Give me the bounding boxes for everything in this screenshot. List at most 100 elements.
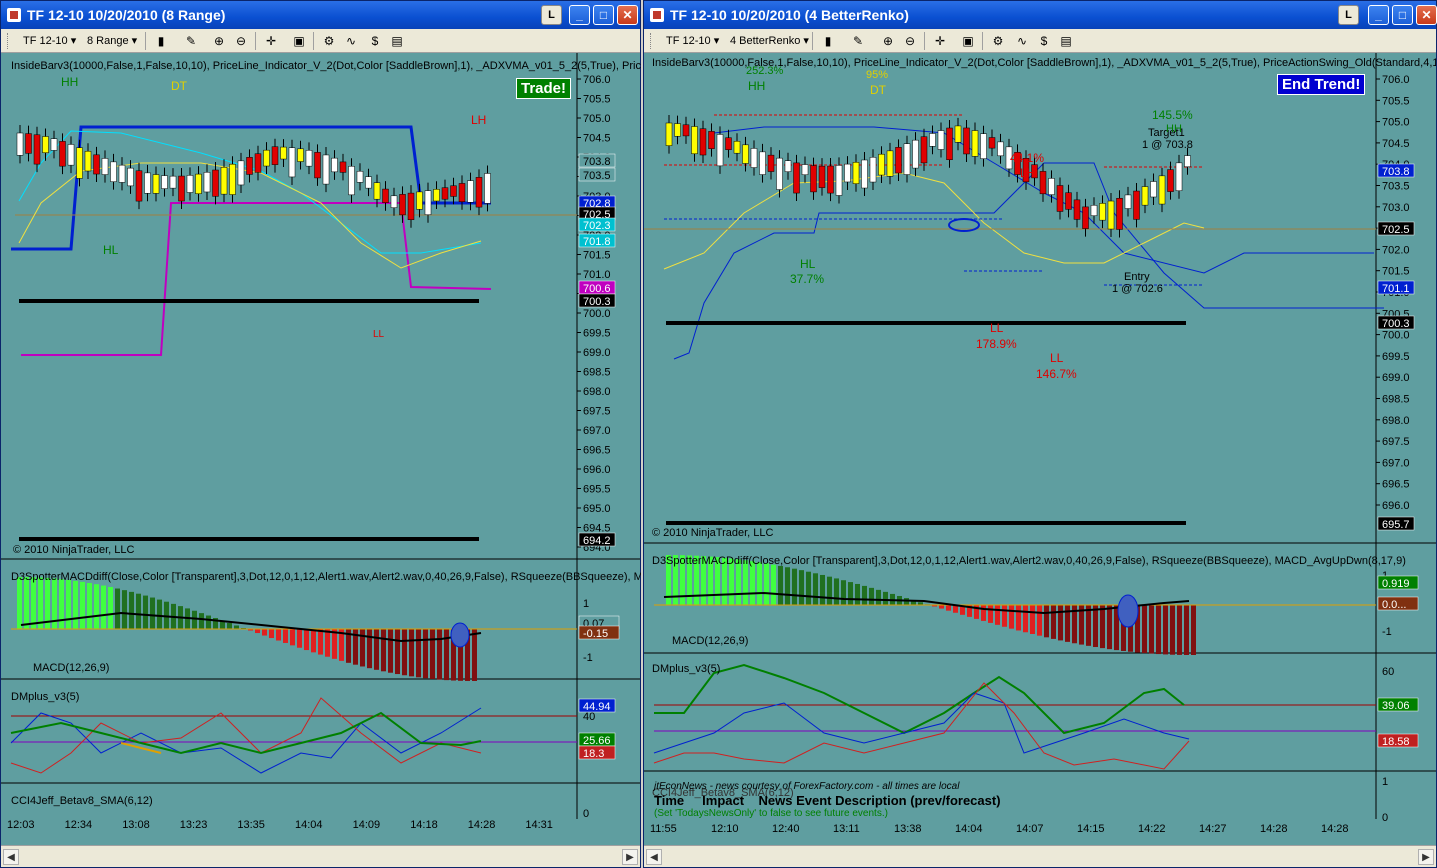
period-selector[interactable]: 8 Range ▾	[87, 32, 137, 50]
price-tick-label: 705.5	[583, 94, 611, 106]
pane-tick-label: 1	[583, 598, 589, 610]
candle-body	[1158, 175, 1166, 205]
macd-bar	[38, 577, 43, 629]
close-button[interactable]: ✕	[617, 5, 638, 25]
macd-bar	[806, 571, 811, 605]
candle-body	[827, 165, 834, 194]
crosshair-icon[interactable]: ✛	[263, 33, 279, 49]
scroll-right-icon[interactable]: ▶	[622, 849, 638, 865]
candle-body	[784, 160, 792, 172]
period-selector[interactable]: 4 BetterRenko ▾	[730, 32, 809, 50]
properties-icon[interactable]: ▣	[960, 33, 976, 49]
instrument-selector[interactable]: TF 12-10 ▾	[666, 32, 719, 50]
right-copyright: © 2010 NinjaTrader, LLC	[652, 527, 774, 539]
macd-bar	[360, 629, 365, 667]
dollar-icon[interactable]: $	[367, 33, 383, 49]
time-tick-label: 14:04	[295, 819, 323, 831]
right-ll-label: LL	[990, 321, 1004, 335]
time-tick-label: 14:04	[955, 823, 983, 835]
right-dt-label: DT	[870, 83, 886, 97]
data-box-icon[interactable]: ▤	[389, 33, 405, 49]
time-tick-label: 14:28	[1321, 823, 1349, 835]
properties-icon[interactable]: ▣	[291, 33, 307, 49]
data-box-icon[interactable]: ▤	[1058, 33, 1074, 49]
scroll-left-icon[interactable]: ◀	[646, 849, 662, 865]
price-tick-label: 704.5	[1382, 138, 1410, 150]
macd-bar	[66, 579, 71, 629]
candle-body	[416, 191, 423, 210]
maximize-button[interactable]: □	[1392, 5, 1413, 25]
macd-bar	[1156, 605, 1161, 655]
candle-body	[441, 187, 449, 200]
candle-body	[674, 123, 681, 137]
macd-bar	[276, 629, 281, 641]
candle-body	[708, 131, 715, 149]
candle-body	[920, 136, 928, 164]
close-button[interactable]: ✕	[1416, 5, 1437, 25]
pencil-icon[interactable]: ✎	[850, 33, 866, 49]
macd-bar	[31, 577, 36, 629]
candle-body	[16, 132, 24, 156]
macd-bar	[1100, 605, 1105, 649]
candle-body	[254, 153, 262, 173]
scroll-right-icon[interactable]: ▶	[1418, 849, 1434, 865]
macd-bar	[1107, 605, 1112, 650]
time-tick-label: 13:35	[237, 819, 265, 831]
zoom-out-icon[interactable]: ⊖	[233, 33, 249, 49]
right-macd-params: D3SpotterMACDdiff(Close,Color [Transpare…	[652, 555, 1406, 567]
zoom-in-icon[interactable]: ⊕	[211, 33, 227, 49]
right-horizontal-scrollbar[interactable]: ◀ ▶	[644, 845, 1436, 867]
candlestick-icon[interactable]: ▮	[820, 33, 836, 49]
candle-body	[263, 149, 270, 167]
pencil-icon[interactable]: ✎	[183, 33, 199, 49]
indicator-icon[interactable]: ∿	[1014, 33, 1030, 49]
link-button[interactable]: L	[1338, 5, 1359, 25]
dollar-icon[interactable]: $	[1036, 33, 1052, 49]
macd-bar	[764, 563, 769, 605]
macd-bar	[255, 629, 260, 634]
scroll-left-icon[interactable]: ◀	[3, 849, 19, 865]
strategy-icon[interactable]: ⚙	[321, 33, 337, 49]
candle-body	[988, 137, 996, 149]
indicator-icon[interactable]: ∿	[343, 33, 359, 49]
minimize-button[interactable]: _	[569, 5, 590, 25]
right-chart-area[interactable]: 706.0705.5705.0704.5704.0703.5703.0702.5…	[644, 53, 1436, 852]
right-title-bar[interactable]: TF 12-10 10/20/2010 (4 BetterRenko) L _ …	[644, 1, 1437, 29]
minimize-button[interactable]: _	[1368, 5, 1389, 25]
link-button[interactable]: L	[541, 5, 562, 25]
macd-bar	[325, 629, 330, 657]
price-tick-label: 697.5	[583, 406, 611, 418]
crosshair-icon[interactable]: ✛	[932, 33, 948, 49]
toolbar-separator	[812, 32, 813, 50]
trade-signal-badge: Trade!	[516, 78, 572, 99]
price-tick-label: 696.0	[1382, 500, 1410, 512]
zoom-in-icon[interactable]: ⊕	[880, 33, 896, 49]
end-trend-badge: End Trend!	[1277, 74, 1366, 95]
macd-bar	[820, 574, 825, 605]
macd-bar	[1177, 605, 1182, 655]
pane-tick-label: -1	[583, 652, 593, 664]
candlestick-icon[interactable]: ▮	[153, 33, 169, 49]
candle-body	[1124, 194, 1132, 209]
candle-body	[886, 150, 894, 177]
candle-body	[954, 125, 962, 143]
strategy-icon[interactable]: ⚙	[990, 33, 1006, 49]
candle-body	[407, 192, 415, 220]
left-macd-label: MACD(12,26,9)	[33, 662, 110, 674]
zoom-out-icon[interactable]: ⊖	[902, 33, 918, 49]
macd-bar	[423, 629, 428, 679]
left-horizontal-scrollbar[interactable]: ◀ ▶	[1, 845, 640, 867]
price-tick-label: 697.0	[1382, 457, 1410, 469]
time-tick-label: 13:38	[894, 823, 922, 835]
left-chart-area[interactable]: 706.0705.5705.0704.5704.0703.5703.0702.5…	[1, 53, 641, 852]
maximize-button[interactable]: □	[593, 5, 614, 25]
candle-body	[1133, 190, 1140, 220]
left-title-bar[interactable]: TF 12-10 10/20/2010 (8 Range) L _ □ ✕	[1, 1, 640, 29]
candle-body	[1039, 171, 1047, 195]
period-label: 8 Range	[87, 35, 129, 47]
instrument-selector[interactable]: TF 12-10 ▾	[23, 32, 76, 50]
macd-bar	[402, 629, 407, 676]
candle-body	[161, 175, 168, 189]
left-chart-toolbar: TF 12-10 ▾ 8 Range ▾ ▮ ✎ ⊕ ⊖ ✛ ▣ ⚙ ∿ $ ▤	[1, 29, 640, 53]
instrument-label: TF 12-10	[666, 35, 711, 47]
